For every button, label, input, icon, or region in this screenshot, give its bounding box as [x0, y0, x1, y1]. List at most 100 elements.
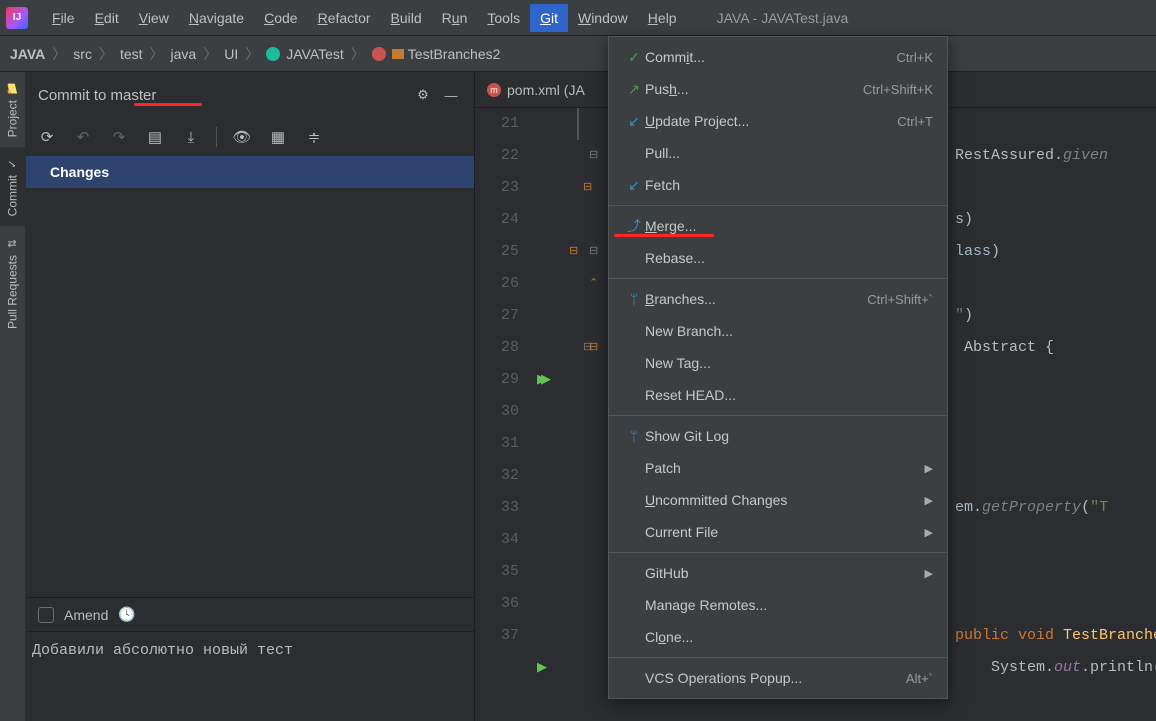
git-menu-item[interactable]: GitHub▶ — [609, 557, 947, 589]
git-menu-item[interactable]: ⤴Merge... — [609, 210, 947, 242]
line-number: 28 — [475, 332, 519, 364]
rail-tab-commit[interactable]: Commit✓ — [0, 147, 25, 226]
history-icon[interactable]: 🕓 — [118, 606, 135, 623]
menu-shortcut: Ctrl+Shift+` — [867, 292, 933, 307]
line-number: 35 — [475, 556, 519, 588]
breadcrumb-item[interactable]: JAVA — [10, 46, 45, 62]
editor-tab[interactable]: mpom.xml (JA — [475, 72, 597, 108]
shelve-icon[interactable]: ⤓ — [180, 126, 202, 148]
amend-label: Amend — [64, 607, 108, 623]
git-menu-item[interactable]: ↙Fetch — [609, 169, 947, 201]
menu-item[interactable]: Git — [530, 4, 568, 32]
commit-toolbar: ⟳ ↶ ↷ ▤ ⤓ 👁 ▦ ≑ — [26, 118, 474, 156]
breadcrumb-item[interactable]: src — [73, 46, 92, 62]
git-menu-item[interactable]: Manage Remotes... — [609, 589, 947, 621]
menu-item[interactable]: Tools — [477, 4, 530, 32]
line-number: 32 — [475, 460, 519, 492]
menubar: IJ FileEditViewNavigateCodeRefactorBuild… — [0, 0, 1156, 36]
class-icon — [372, 47, 386, 61]
rail-tab-pull-requests[interactable]: Pull Requests⇅ — [0, 227, 25, 339]
git-menu-item[interactable]: ↗Push...Ctrl+Shift+K — [609, 73, 947, 105]
git-menu-item[interactable]: VCS Operations Popup...Alt+` — [609, 662, 947, 694]
breadcrumb-item[interactable]: test — [120, 46, 143, 62]
menu-item[interactable]: File — [42, 4, 85, 32]
menu-item[interactable]: View — [129, 4, 179, 32]
refresh-icon[interactable]: ⟳ — [36, 126, 58, 148]
line-number: 36 — [475, 588, 519, 620]
menu-item-icon: ↙ — [623, 113, 645, 130]
line-number: 25 — [475, 236, 519, 268]
menu-item-icon: ✓ — [623, 49, 645, 66]
menu-item-icon: ᛘ — [623, 428, 645, 444]
git-menu-item[interactable]: ᛘBranches...Ctrl+Shift+` — [609, 283, 947, 315]
menu-item[interactable]: Window — [568, 4, 638, 32]
eye-icon[interactable]: 👁 — [231, 126, 253, 148]
menu-item[interactable]: Edit — [85, 4, 129, 32]
minimize-icon[interactable]: — — [440, 84, 462, 106]
git-menu-item[interactable]: Reset HEAD... — [609, 379, 947, 411]
git-menu-item[interactable]: ✓Commit...Ctrl+K — [609, 41, 947, 73]
menu-item[interactable]: Code — [254, 4, 307, 32]
git-menu-item[interactable]: ↙Update Project...Ctrl+T — [609, 105, 947, 137]
git-menu-item[interactable]: Patch▶ — [609, 452, 947, 484]
git-menu-item[interactable]: Uncommitted Changes▶ — [609, 484, 947, 516]
diff-icon[interactable]: ▤ — [144, 126, 166, 148]
gutter-marks: ⊟⊟⊟⊟⌃⊟⊟▶▶ — [531, 108, 609, 716]
menu-item[interactable]: Help — [638, 4, 687, 32]
undo-icon[interactable]: ↶ — [72, 126, 94, 148]
left-rail: Project📁Commit✓Pull Requests⇅ — [0, 72, 26, 721]
line-number: 31 — [475, 428, 519, 460]
git-menu-item[interactable]: Pull... — [609, 137, 947, 169]
line-number: 23 — [475, 172, 519, 204]
menu-item[interactable]: Navigate — [179, 4, 254, 32]
breadcrumb-item[interactable]: UI — [224, 46, 238, 62]
menu-shortcut: Ctrl+K — [897, 50, 933, 65]
annotation-underline-merge — [614, 234, 714, 237]
menu-item-icon: ⤴ — [623, 216, 645, 236]
group-icon[interactable]: ▦ — [267, 126, 289, 148]
menu-item[interactable]: Refactor — [308, 4, 381, 32]
rail-tab-project[interactable]: Project📁 — [0, 72, 25, 147]
menu-separator — [609, 278, 947, 279]
gutter: 2122232425262728293031323334353637 — [475, 108, 531, 684]
app-icon: IJ — [6, 7, 28, 29]
git-menu-item[interactable]: New Branch... — [609, 315, 947, 347]
menu-item[interactable]: Run — [432, 4, 478, 32]
chevron-right-icon: ▶ — [925, 526, 933, 539]
line-number: 29 — [475, 364, 519, 396]
gear-icon[interactable]: ⚙ — [412, 84, 434, 106]
expand-icon[interactable]: ≑ — [303, 126, 325, 148]
breadcrumb-item[interactable]: java — [171, 46, 197, 62]
commit-title: Commit to master — [38, 87, 406, 104]
line-number: 27 — [475, 300, 519, 332]
line-number: 34 — [475, 524, 519, 556]
menu-separator — [609, 205, 947, 206]
line-number: 22 — [475, 140, 519, 172]
breadcrumb-item[interactable]: JAVATest — [266, 46, 344, 62]
amend-checkbox[interactable] — [38, 607, 54, 623]
git-menu: ✓Commit...Ctrl+K↗Push...Ctrl+Shift+K↙Upd… — [608, 36, 948, 699]
git-menu-item[interactable]: Clone... — [609, 621, 947, 653]
amend-row: Amend 🕓 — [26, 597, 474, 631]
chevron-right-icon: ▶ — [925, 494, 933, 507]
menu-shortcut: Alt+` — [906, 671, 933, 686]
changes-body — [26, 188, 474, 597]
annotation-underline — [134, 103, 202, 106]
git-menu-item[interactable]: Rebase... — [609, 242, 947, 274]
window-title: JAVA - JAVATest.java — [717, 10, 849, 26]
menu-shortcut: Ctrl+T — [897, 114, 933, 129]
changes-node[interactable]: Changes — [26, 156, 474, 188]
code-text: RestAssured.given s)lass) ") Abstract { … — [955, 108, 1156, 684]
breadcrumb: JAVA〉src〉test〉java〉UI〉JAVATest〉TestBranc… — [0, 36, 1156, 72]
menu-item[interactable]: Build — [381, 4, 432, 32]
git-menu-item[interactable]: ᛘShow Git Log — [609, 420, 947, 452]
line-number: 26 — [475, 268, 519, 300]
commit-message-input[interactable]: Добавили абсолютно новый тест — [26, 631, 474, 721]
breadcrumb-item[interactable]: TestBranches2 — [372, 46, 501, 62]
line-number: 24 — [475, 204, 519, 236]
git-menu-item[interactable]: New Tag... — [609, 347, 947, 379]
redo-icon[interactable]: ↷ — [108, 126, 130, 148]
line-number: 21 — [475, 108, 519, 140]
menu-item-icon: ↗ — [623, 81, 645, 98]
git-menu-item[interactable]: Current File▶ — [609, 516, 947, 548]
